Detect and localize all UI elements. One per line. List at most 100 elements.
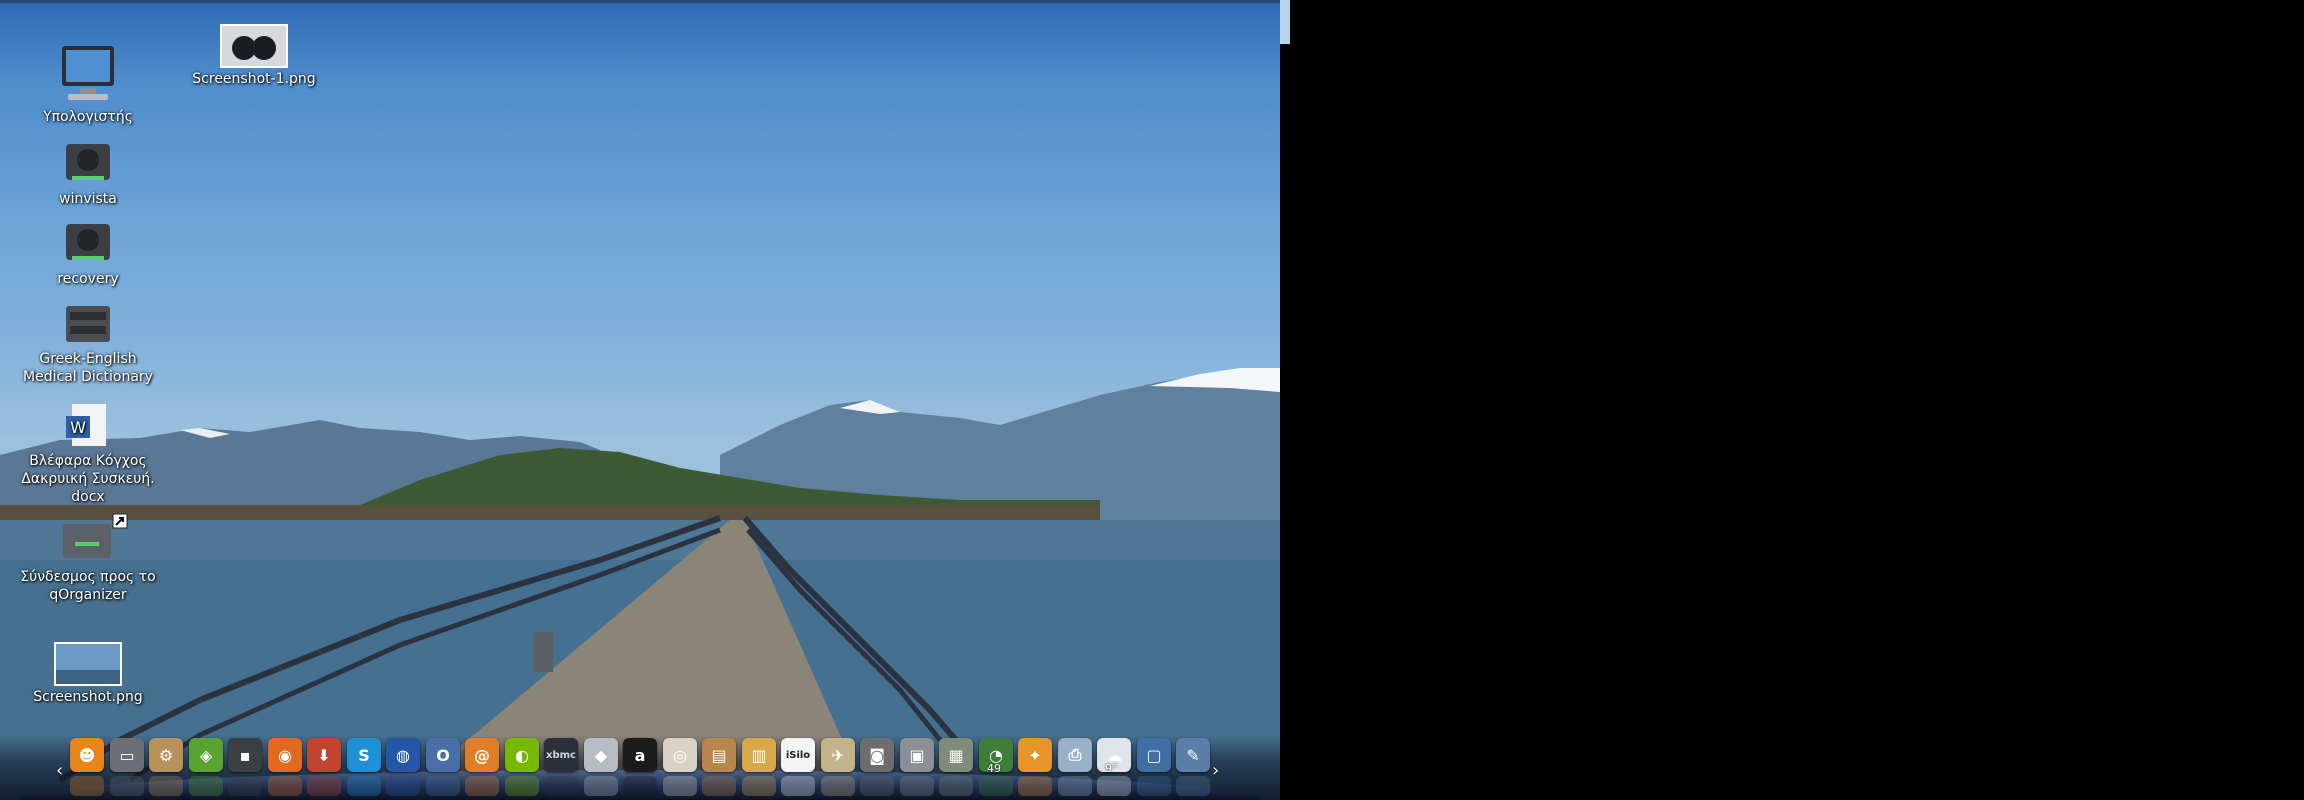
dock-firefox-icon[interactable]: ◉ <box>268 738 302 772</box>
dock-glyph: ⬇ <box>317 745 331 765</box>
dock-camera-icon[interactable]: ◙ <box>860 738 894 772</box>
dock-installer-icon[interactable]: ⚙ <box>149 738 183 772</box>
dock-glyph: ◐ <box>515 745 529 765</box>
dock-xbmc-icon[interactable]: xbmc <box>544 738 578 772</box>
dock-glyph: xbmc <box>546 749 576 761</box>
icon-label: Βλέφαρα Κόγχος Δακρυική Συσκευή. docx <box>21 453 155 505</box>
dock-reflection <box>426 776 460 796</box>
desktop[interactable]: Υπολογιστής winvista recovery Greek-Engl… <box>0 0 1280 800</box>
screen-edge-strip <box>1280 0 1290 44</box>
dock-synaptic-icon[interactable]: ⬇ <box>307 738 341 772</box>
dock-display-settings-icon[interactable]: ▢ <box>1137 738 1171 772</box>
dock-glyph: ▥ <box>751 745 767 765</box>
dock-glyph: ◎ <box>673 745 687 765</box>
dock-glyph: ▭ <box>119 745 135 765</box>
dock-terminal-icon[interactable]: ▪ <box>228 738 262 772</box>
dock-glyph: ▢ <box>1146 745 1162 765</box>
dock-archive-icon[interactable]: ▤ <box>702 738 736 772</box>
winvista-drive-icon[interactable]: winvista <box>20 140 156 208</box>
dock-scroll-left-icon[interactable]: ‹ <box>56 760 63 781</box>
computer-monitor-icon <box>62 46 114 100</box>
icon-label: Greek-English Medical Dictionary <box>23 351 153 385</box>
dock-glyph: ▪ <box>239 745 251 765</box>
dock-glyph: ▣ <box>909 745 925 765</box>
dock-reflection <box>1097 776 1131 796</box>
dock-reflection <box>228 776 262 796</box>
image-thumbnail-icon <box>220 24 288 68</box>
dock-glyph: iSilo <box>785 749 811 761</box>
dock-speaker-icon[interactable]: ◎ <box>663 738 697 772</box>
dictionary-desktop-icon[interactable]: Greek-English Medical Dictionary <box>20 302 156 386</box>
dock-wings-icon[interactable]: ✈ <box>821 738 855 772</box>
dock-badge: 9° <box>1105 762 1118 775</box>
dock-printer-app-icon[interactable]: ⎙ <box>1058 738 1092 772</box>
dock-file-manager-icon[interactable]: ▭ <box>110 738 144 772</box>
dock-glyph: ✈ <box>831 745 845 765</box>
dock-reflection <box>860 776 894 796</box>
qorganizer-shortcut-icon[interactable]: Σύνδεσμος προς το qOrganizer <box>20 512 156 604</box>
docx-desktop-icon[interactable]: W Βλέφαρα Κόγχος Δακρυική Συσκευή. docx <box>20 402 156 506</box>
dock-gnome-foot-icon[interactable]: ☻ <box>70 738 104 772</box>
dock-reflection <box>702 776 736 796</box>
dock-glyph: ⎙ <box>1068 745 1082 764</box>
dock-reflection <box>623 776 657 796</box>
screenshot-png-icon[interactable]: Screenshot.png <box>20 642 156 706</box>
dock-glyph: ▦ <box>948 745 964 765</box>
dock-reflection <box>781 776 815 796</box>
dock-scroll-right-icon[interactable]: › <box>1212 760 1219 781</box>
dock-glyph: ◙ <box>869 745 885 765</box>
icon-label: Σύνδεσμος προς το qOrganizer <box>20 569 156 603</box>
top-panel-edge <box>0 0 1280 3</box>
dock-glyph: a <box>634 745 646 765</box>
dock-diamond-app-icon[interactable]: ◆ <box>584 738 618 772</box>
dock-reflection <box>821 776 855 796</box>
dock-glyph: ⚙ <box>158 745 174 765</box>
icon-label: Screenshot.png <box>33 689 143 705</box>
dock-pen-tool-icon[interactable]: ✎ <box>1176 738 1210 772</box>
dock-glyph: ◉ <box>278 745 292 765</box>
hard-drive-icon <box>66 144 110 180</box>
dock-reflection <box>1176 776 1210 796</box>
svg-text:W: W <box>70 418 86 437</box>
dock-glyph: S <box>358 745 370 765</box>
dock-maps-app-icon[interactable]: ◈ <box>189 738 223 772</box>
screenshot-1-png-icon[interactable]: Screenshot-1.png <box>186 24 322 88</box>
dock-reflection <box>1018 776 1052 796</box>
hard-drive-icon <box>66 224 110 260</box>
icon-label: recovery <box>57 271 119 287</box>
computer-desktop-icon[interactable]: Υπολογιστής <box>20 44 156 126</box>
word-document-icon: W <box>66 404 106 446</box>
dock-amarok-icon[interactable]: a <box>623 738 657 772</box>
dock-screenshot-tool-icon[interactable]: ▣ <box>900 738 934 772</box>
recovery-drive-icon[interactable]: recovery <box>20 220 156 288</box>
dock-reflection <box>742 776 776 796</box>
dock-reflection <box>70 776 104 796</box>
dock-spiral-app-icon[interactable]: @ <box>465 738 499 772</box>
dock-glyph: ✦ <box>1028 745 1042 765</box>
dock-isilo-icon[interactable]: iSilo <box>781 738 815 772</box>
dock-skype-icon[interactable]: S <box>347 738 381 772</box>
dock-glyph: @ <box>474 745 490 765</box>
dock-glyph: ◍ <box>396 745 410 765</box>
dock-reflection <box>347 776 381 796</box>
wallpaper <box>0 368 1280 800</box>
dock-reflection <box>307 776 341 796</box>
dock-google-earth-icon[interactable]: ◍ <box>386 738 420 772</box>
dock-glyph: ✎ <box>1186 745 1200 765</box>
dock-glyph: ◆ <box>594 745 608 765</box>
dock-system-monitor-icon[interactable]: ▦ <box>939 738 973 772</box>
dock-glyph: ◈ <box>199 745 213 765</box>
dock-reflection <box>149 776 183 796</box>
dock-books-icon[interactable]: ▥ <box>742 738 776 772</box>
dock-opera-icon[interactable]: O <box>426 738 460 772</box>
dock-glyph: O <box>436 745 450 765</box>
dock-reflection <box>979 776 1013 796</box>
dock-reflection <box>465 776 499 796</box>
dock-nvidia-icon[interactable]: ◐ <box>505 738 539 772</box>
dock-compass-icon[interactable]: ✦ <box>1018 738 1052 772</box>
dock-reflection <box>1137 776 1171 796</box>
icon-label: Υπολογιστής <box>43 109 133 125</box>
dock-reflection <box>939 776 973 796</box>
icon-label: winvista <box>59 191 117 207</box>
drive-cabinet-icon <box>66 306 110 342</box>
